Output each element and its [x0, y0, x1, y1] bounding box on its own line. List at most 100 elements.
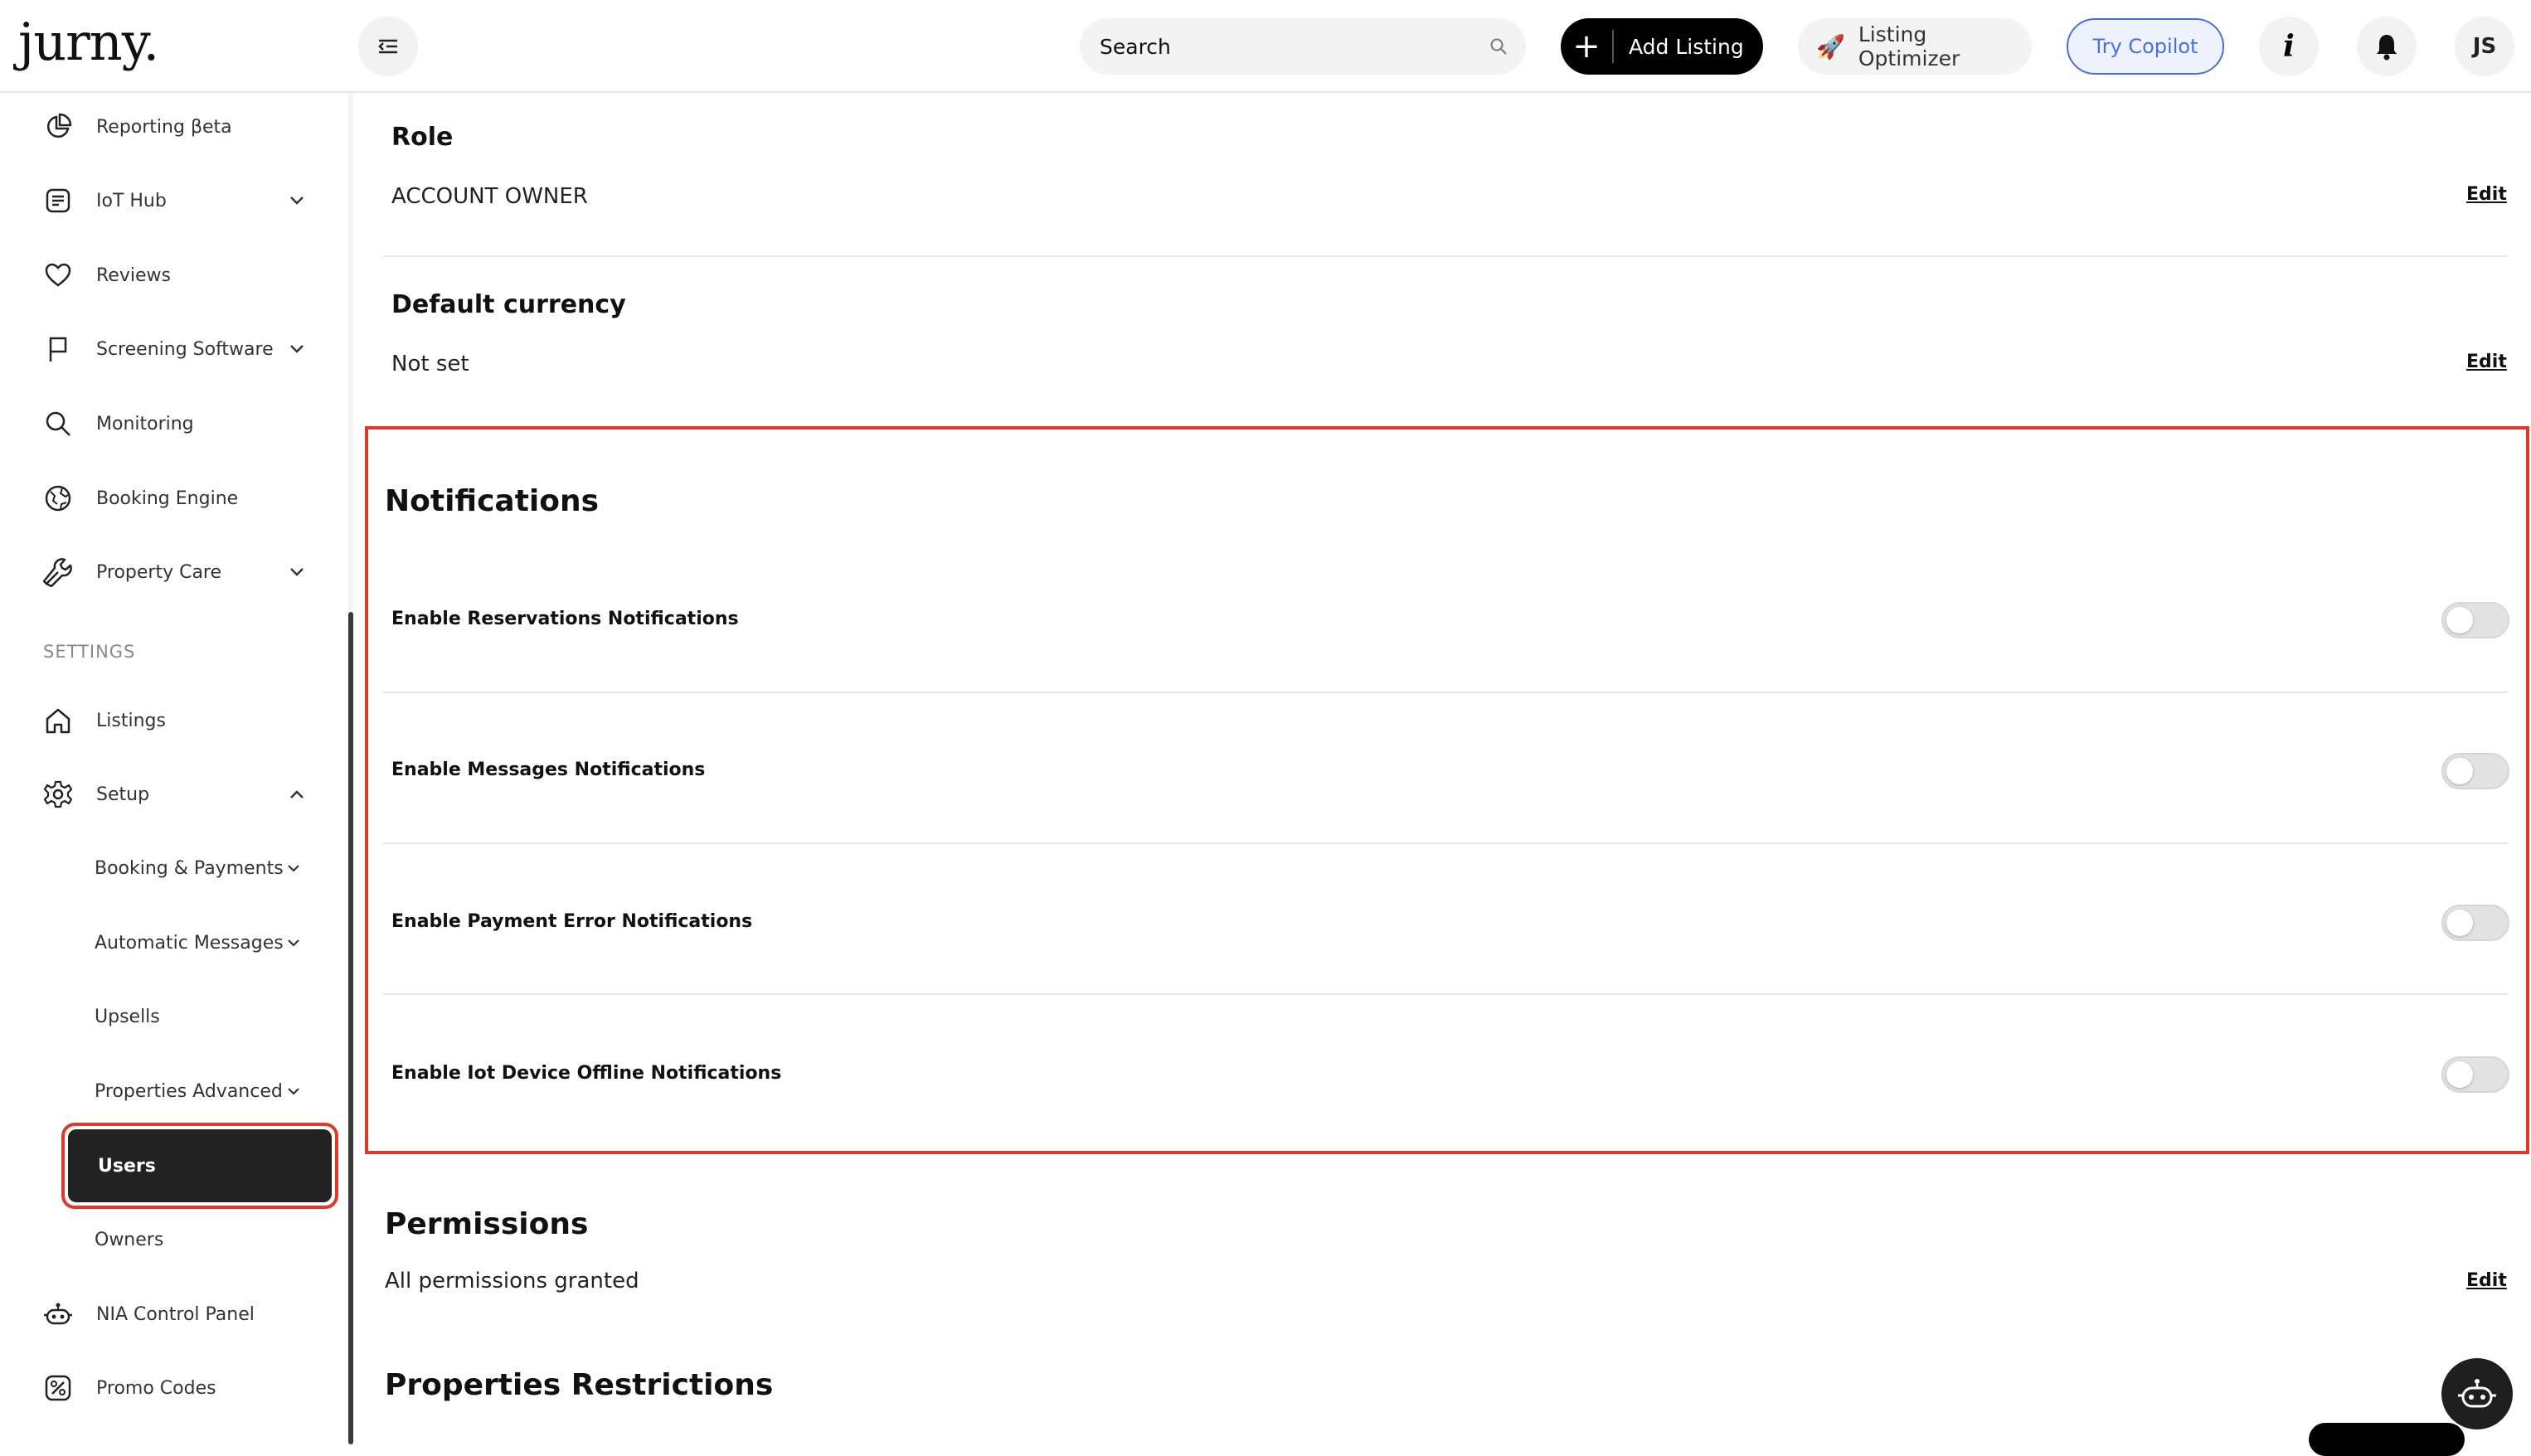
- sidebar-item-label: Booking Engine: [96, 488, 239, 509]
- sidebar-item-label: Promo Codes: [96, 1377, 216, 1399]
- sidebar-item-label: NIA Control Panel: [96, 1303, 255, 1325]
- sidebar-item-monitoring[interactable]: Monitoring: [0, 395, 348, 453]
- wrench-icon: [41, 556, 75, 589]
- notifications-button[interactable]: [2357, 17, 2417, 76]
- sidebar-item-label: Property Care: [96, 561, 222, 583]
- info-icon: i: [2283, 29, 2295, 64]
- role-edit-link[interactable]: Edit: [2466, 184, 2507, 205]
- settings-heading: SETTINGS: [43, 642, 136, 662]
- sidebar-subitem-automatic-messages[interactable]: Automatic Messages: [0, 914, 348, 972]
- default-currency-value: Not set: [391, 352, 469, 376]
- chevron-down-icon[interactable]: [284, 858, 304, 878]
- sidebar-scrollbar-thumb[interactable]: [348, 612, 353, 1444]
- gear-icon: [41, 778, 75, 811]
- chevron-up-icon[interactable]: [287, 784, 307, 804]
- sidebar-item-iot-hub[interactable]: IoT Hub: [0, 172, 348, 230]
- notifications-section-highlight: [365, 426, 2529, 1154]
- chevron-down-icon[interactable]: [284, 933, 304, 953]
- sidebar-item-label: Reviews: [96, 265, 171, 286]
- sidebar-item-nia-control-panel[interactable]: NIA Control Panel: [0, 1285, 348, 1343]
- sidebar-subitem-upsells[interactable]: Upsells: [0, 988, 348, 1046]
- sidebar-subitem-label: Owners: [95, 1229, 164, 1250]
- permissions-edit-link[interactable]: Edit: [2466, 1270, 2507, 1291]
- role-title: Role: [391, 123, 454, 152]
- sidebar-subitem-owners[interactable]: Owners: [0, 1211, 348, 1269]
- properties-restrictions-title: Properties Restrictions: [385, 1368, 774, 1402]
- home-icon: [41, 704, 75, 737]
- payment-error-notifications-toggle[interactable]: [2441, 905, 2509, 941]
- collapse-menu-icon: [378, 39, 397, 54]
- iot-hub-icon: [41, 184, 75, 217]
- sidebar-item-label: Reporting βeta: [96, 116, 232, 138]
- sidebar-subitem-properties-advanced[interactable]: Properties Advanced: [0, 1062, 348, 1120]
- top-header: jurny. + Add Listing 🚀 Listing Optimizer…: [0, 0, 2531, 93]
- sidebar-subitem-label: Automatic Messages: [95, 932, 284, 954]
- chevron-down-icon[interactable]: [287, 562, 307, 582]
- toggle-knob: [2446, 1061, 2473, 1088]
- reservations-notifications-toggle[interactable]: [2441, 602, 2509, 638]
- sidebar-item-property-care[interactable]: Property Care: [0, 543, 348, 601]
- iot-device-offline-notifications-label: Enable Iot Device Offline Notifications: [391, 1063, 782, 1084]
- permissions-value: All permissions granted: [385, 1269, 639, 1293]
- reservations-notifications-label: Enable Reservations Notifications: [391, 609, 739, 629]
- divider: [383, 842, 2508, 844]
- listing-optimizer-label: Listing Optimizer: [1858, 22, 1960, 70]
- pie-chart-icon: [41, 110, 75, 143]
- flag-icon: [41, 332, 75, 366]
- default-currency-edit-link[interactable]: Edit: [2466, 352, 2507, 372]
- sidebar-item-label: Listings: [96, 710, 166, 731]
- sidebar-item-reporting[interactable]: Reporting βeta: [0, 98, 348, 156]
- user-avatar[interactable]: JS: [2455, 17, 2514, 76]
- sidebar-item-booking-engine[interactable]: Booking Engine: [0, 469, 348, 527]
- sidebar-subitem-label: Users: [98, 1155, 156, 1177]
- sidebar-item-listings[interactable]: Listings: [0, 692, 348, 750]
- chat-bot-button[interactable]: [2441, 1358, 2513, 1429]
- role-value: ACCOUNT OWNER: [391, 184, 588, 209]
- robot-icon: [41, 1298, 75, 1331]
- collapse-sidebar-button[interactable]: [358, 17, 418, 76]
- add-listing-button[interactable]: + Add Listing: [1561, 18, 1763, 75]
- divider: [383, 255, 2508, 257]
- notifications-title: Notifications: [385, 484, 600, 518]
- magnifier-icon: [41, 407, 75, 440]
- percent-icon: [41, 1371, 75, 1405]
- add-listing-label: Add Listing: [1629, 34, 1744, 59]
- sidebar-subitem-booking-payments[interactable]: Booking & Payments: [0, 839, 348, 897]
- bell-icon: [2377, 35, 2397, 61]
- sidebar-subitem-users[interactable]: Users: [68, 1129, 332, 1202]
- heart-icon: [41, 259, 75, 292]
- chevron-down-icon[interactable]: [287, 191, 307, 211]
- search-input[interactable]: [1098, 33, 1489, 60]
- sidebar-subitem-label: Properties Advanced: [95, 1080, 283, 1102]
- rocket-icon: 🚀: [1816, 32, 1845, 61]
- sidebar-subitem-users-highlight: Users: [61, 1123, 338, 1209]
- plus-icon: +: [1561, 30, 1614, 63]
- sidebar-item-reviews[interactable]: Reviews: [0, 246, 348, 304]
- info-button[interactable]: i: [2259, 17, 2319, 76]
- sidebar-item-label: Screening Software: [96, 338, 274, 360]
- sidebar-item-promo-codes[interactable]: Promo Codes: [0, 1359, 348, 1417]
- payment-error-notifications-label: Enable Payment Error Notifications: [391, 911, 753, 932]
- sidebar-item-label: IoT Hub: [96, 190, 167, 211]
- sidebar-subitem-label: Booking & Payments: [95, 857, 284, 879]
- search-bar[interactable]: [1080, 18, 1526, 75]
- robot-icon: [2458, 1379, 2496, 1408]
- search-icon[interactable]: [1489, 37, 1508, 56]
- floating-action-pill[interactable]: [2309, 1423, 2465, 1456]
- sidebar-item-setup[interactable]: Setup: [0, 765, 348, 823]
- chevron-down-icon[interactable]: [287, 339, 307, 359]
- try-copilot-button[interactable]: Try Copilot: [2067, 18, 2224, 75]
- sidebar-item-screening-software[interactable]: Screening Software: [0, 320, 348, 378]
- toggle-knob: [2446, 910, 2473, 936]
- messages-notifications-toggle[interactable]: [2441, 753, 2509, 789]
- divider: [383, 993, 2508, 995]
- sidebar-subitem-label: Upsells: [95, 1006, 160, 1027]
- messages-notifications-label: Enable Messages Notifications: [391, 760, 706, 780]
- chevron-down-icon[interactable]: [284, 1081, 304, 1101]
- globe-icon: [41, 482, 75, 515]
- listing-optimizer-button[interactable]: 🚀 Listing Optimizer: [1798, 18, 2032, 75]
- divider: [383, 692, 2508, 693]
- toggle-knob: [2446, 607, 2473, 633]
- iot-device-offline-notifications-toggle[interactable]: [2441, 1056, 2509, 1093]
- jurny-logo[interactable]: jurny.: [18, 12, 159, 72]
